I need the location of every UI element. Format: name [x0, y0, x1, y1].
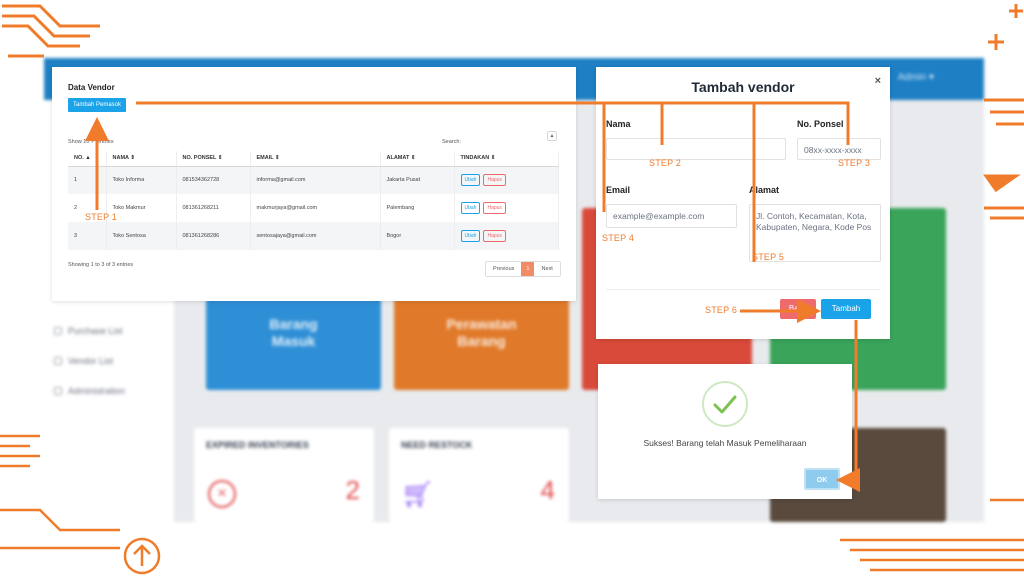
table-row: 3 Toko Sentosa 081361268286 sentosajaya@… — [68, 222, 559, 250]
column-header-alamat[interactable]: ALAMAT ⇕ — [380, 151, 455, 167]
add-vendor-modal: Tambah vendor × Nama No. Ponsel 08xx-xxx… — [596, 67, 890, 339]
panel-title: Data Vendor — [68, 83, 115, 92]
sidebar-item-administration[interactable]: Administration — [54, 386, 125, 396]
cart-icon: 🛒︎ — [401, 479, 435, 509]
modal-divider — [606, 289, 880, 290]
edit-button[interactable]: Ubah — [460, 202, 481, 214]
table-row: 1 Toko Informa 081534362728 informa@gmai… — [68, 166, 559, 194]
table-header-row: NO. ▲ NAMA ⇕ NO. PONSEL ⇕ EMAIL ⇕ ALAMAT… — [68, 151, 559, 167]
sidebar-item-vendor-list[interactable]: Vendor List — [54, 356, 113, 366]
success-check-icon — [702, 381, 748, 427]
submit-add-button[interactable]: Tambah — [821, 299, 871, 319]
sidebar-item-purchase-list[interactable]: Purchase List — [54, 326, 123, 336]
nama-field[interactable] — [606, 138, 786, 160]
column-header-ponsel[interactable]: NO. PONSEL ⇕ — [176, 151, 251, 167]
close-icon[interactable]: × — [875, 75, 881, 87]
close-circle-icon: × — [208, 480, 236, 508]
step-5-label: STEP 5 — [752, 252, 785, 262]
step-6-label: STEP 6 — [705, 305, 738, 315]
alamat-label: Alamat — [749, 185, 780, 195]
search-label: Search: — [442, 139, 461, 145]
add-vendor-button[interactable]: Tambah Pemasok — [68, 98, 127, 112]
column-header-no[interactable]: NO. ▲ — [68, 151, 107, 167]
nama-label: Nama — [606, 119, 631, 129]
ponsel-label: No. Ponsel — [797, 119, 844, 129]
user-menu[interactable]: Admin ▾ — [898, 72, 934, 83]
delete-button[interactable]: Hapus — [483, 230, 506, 242]
delete-button[interactable]: Hapus — [483, 174, 506, 187]
decoration-right — [983, 4, 1024, 220]
success-dialog: Sukses! Barang telah Masuk Pemeliharaan … — [598, 364, 852, 499]
column-header-tindakan[interactable]: TINDAKAN ⇕ — [454, 151, 559, 167]
modal-title: Tambah vendor — [691, 79, 795, 95]
edit-button[interactable]: Ubah — [460, 174, 481, 187]
step-4-label: STEP 4 — [602, 233, 635, 243]
entries-info: Showing 1 to 3 of 3 entries — [68, 262, 134, 268]
step-1-label: STEP 1 — [85, 212, 118, 222]
tutorial-stage: Admin ▾ Purchase List Vendor List Admini… — [0, 0, 1024, 576]
step-3-label: STEP 3 — [838, 158, 871, 168]
show-entries-select[interactable]: Show 10 ✓ entries — [68, 139, 114, 145]
sort-toggle[interactable]: ▲ — [547, 131, 557, 141]
table-row: 2 Toko Makmur 081361268211 makmurjaya@gm… — [68, 194, 559, 222]
card-perawatan-barang[interactable]: Perawatan Barang — [394, 298, 569, 390]
pagination: Previous 1 Next — [485, 261, 561, 277]
step-2-label: STEP 2 — [649, 158, 682, 168]
success-message: Sukses! Barang telah Masuk Pemeliharaan — [643, 438, 807, 448]
stat-need-restock: NEED RESTOCK 🛒︎ 4 — [389, 428, 569, 522]
delete-button[interactable]: Hapus — [483, 202, 506, 214]
ponsel-field[interactable]: 08xx-xxxx-xxxx — [797, 138, 881, 160]
email-field[interactable]: example@example.com — [606, 204, 737, 228]
list-icon — [54, 327, 62, 335]
data-vendor-panel: Data Vendor Tambah Pemasok Show 10 ✓ ent… — [52, 67, 576, 301]
column-header-email[interactable]: EMAIL ⇕ — [250, 151, 381, 167]
current-page-button[interactable]: 1 — [521, 262, 535, 276]
ok-button[interactable]: OK — [804, 468, 840, 490]
list-icon — [54, 357, 62, 365]
card-barang-masuk[interactable]: Barang Masuk — [206, 298, 381, 390]
previous-page-button[interactable]: Previous — [486, 262, 521, 276]
vendor-table: NO. ▲ NAMA ⇕ NO. PONSEL ⇕ EMAIL ⇕ ALAMAT… — [68, 151, 559, 250]
next-page-button[interactable]: Next — [534, 262, 559, 276]
column-header-nama[interactable]: NAMA ⇕ — [106, 151, 177, 167]
edit-button[interactable]: Ubah — [460, 230, 481, 242]
stat-expired-inventories: EXPIRED INVENTORIES × 2 — [194, 428, 374, 522]
cancel-button[interactable]: Batal — [780, 299, 816, 319]
decoration-top-left — [2, 4, 100, 58]
email-label: Email — [606, 185, 631, 195]
settings-icon — [54, 387, 62, 395]
